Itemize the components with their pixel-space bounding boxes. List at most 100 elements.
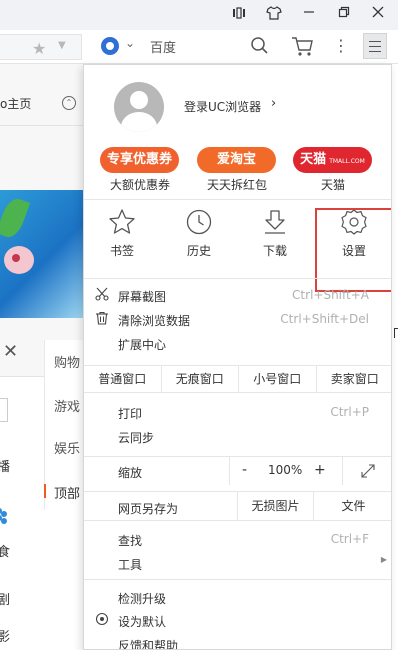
- promo-coupon-caption[interactable]: 大额优惠券: [95, 176, 185, 193]
- side-item-top[interactable]: 顶部: [54, 483, 80, 502]
- edge-text-2: 食: [0, 545, 11, 560]
- seller-window-button[interactable]: 卖家窗口: [316, 365, 391, 393]
- menu-button[interactable]: [363, 33, 387, 59]
- menu-item-extensions[interactable]: 扩展中心: [84, 333, 391, 355]
- download-icon: [265, 210, 285, 234]
- shortcut-text: Ctrl+Shift+A: [292, 288, 369, 302]
- save-lossless-image-button[interactable]: 无损图片: [237, 492, 314, 520]
- zoom-out-button[interactable]: -: [242, 462, 247, 478]
- address-bar: ★ ▼ ⌄ 百度 ⋮: [0, 30, 398, 64]
- divider: [84, 278, 391, 279]
- bookmarks-label: 书签: [109, 244, 134, 258]
- login-link[interactable]: 登录UC浏览器: [184, 98, 261, 115]
- zoom-control: - 100% +: [229, 457, 391, 485]
- menu-item-find[interactable]: 查找 Ctrl+F: [84, 529, 391, 551]
- downloads-tool[interactable]: 下载: [245, 208, 305, 259]
- promo-aitaobao-label: 爱淘宝: [216, 152, 256, 167]
- save-page-label: 网页另存为: [118, 502, 179, 516]
- submenu-arrow-icon: ▶: [380, 555, 387, 564]
- restore-button[interactable]: [334, 6, 354, 24]
- menu-item-label: 云同步: [118, 431, 155, 445]
- incognito-window-button[interactable]: 无痕窗口: [161, 365, 239, 393]
- menu-item-screenshot[interactable]: 屏幕截图 Ctrl+Shift+A: [84, 285, 391, 307]
- menu-item-label: 扩展中心: [118, 338, 167, 352]
- divider: [84, 199, 391, 200]
- menu-item-label: 查找: [118, 534, 143, 548]
- scissors-icon: [95, 287, 109, 301]
- title-bar: [0, 0, 398, 30]
- menu-item-cloud-sync[interactable]: 云同步: [84, 426, 391, 448]
- baidu-engine-icon[interactable]: [101, 37, 119, 55]
- divider: [342, 457, 343, 485]
- tiles-icon[interactable]: [229, 6, 249, 24]
- trash-icon: [96, 311, 108, 325]
- menu-item-label: 检测升级: [118, 592, 167, 606]
- menu-item-feedback-help[interactable]: 反馈和帮助: [84, 634, 391, 650]
- close-button[interactable]: [368, 6, 388, 24]
- search-icon[interactable]: [250, 36, 270, 56]
- edge-text-1: 播: [0, 460, 11, 475]
- window-mode-row: 普通窗口 无痕窗口 小号窗口 卖家窗口: [84, 365, 391, 393]
- side-item-entertainment[interactable]: 娱乐: [54, 438, 80, 457]
- normal-window-button[interactable]: 普通窗口: [84, 365, 162, 393]
- menu-item-label: 设为默认: [118, 615, 167, 629]
- menu-item-clear-data[interactable]: 清除浏览数据 Ctrl+Shift+Del: [84, 309, 391, 331]
- promo-aitaobao-caption[interactable]: 天天拆红包: [192, 176, 282, 193]
- radio-icon: [95, 612, 109, 626]
- save-page-row: 网页另存为 无损图片 文件: [84, 492, 391, 520]
- minimize-button[interactable]: [299, 6, 319, 24]
- divider: [0, 125, 84, 126]
- chevron-down-icon[interactable]: ▼: [58, 40, 66, 51]
- skin-icon[interactable]: [264, 6, 284, 24]
- search-input[interactable]: 百度: [150, 37, 176, 56]
- menu-item-set-default[interactable]: 设为默认: [84, 610, 391, 632]
- leaf-graphic: [0, 195, 31, 241]
- zoom-in-button[interactable]: +: [314, 462, 326, 478]
- downloads-label: 下载: [262, 244, 287, 258]
- cursor-mark: [394, 328, 398, 338]
- menu-item-label: 打印: [118, 407, 143, 421]
- menu-item-label: 屏幕截图: [118, 290, 167, 304]
- alt-account-window-button[interactable]: 小号窗口: [239, 365, 317, 393]
- cart-icon[interactable]: [290, 35, 314, 57]
- promo-coupon-button[interactable]: 专享优惠券: [100, 147, 179, 173]
- menu-item-print[interactable]: 打印 Ctrl+P: [84, 402, 391, 424]
- active-marker: [44, 484, 46, 498]
- browser-menu: 登录UC浏览器 › 专享优惠券 大额优惠券 爱淘宝 天天拆红包 天猫 TMALL.…: [83, 64, 392, 650]
- more-options-icon[interactable]: ⋮: [333, 35, 349, 57]
- clock-icon: [186, 209, 212, 235]
- zoom-label: 缩放: [118, 466, 143, 480]
- shortcut-text: Ctrl+P: [330, 405, 369, 419]
- close-icon[interactable]: ✕: [3, 341, 18, 362]
- shortcut-text: Ctrl+F: [330, 532, 369, 546]
- fullscreen-icon[interactable]: [360, 463, 376, 479]
- circle-chevron-up-icon[interactable]: ⌃: [62, 96, 76, 110]
- divider: [84, 520, 391, 521]
- promo-coupon-label: 专享优惠券: [106, 152, 172, 167]
- star-icon: [109, 209, 135, 234]
- side-item-games[interactable]: 游戏: [54, 396, 80, 415]
- promo-tmall-button[interactable]: 天猫 TMALL.COM: [293, 147, 372, 173]
- menu-item-tools[interactable]: 工具 ▶: [84, 553, 391, 575]
- mini-select[interactable]: [0, 398, 8, 422]
- promo-tmall-caption[interactable]: 天猫: [288, 176, 378, 193]
- url-field[interactable]: ★ ▼: [0, 34, 82, 60]
- menu-item-label: 反馈和帮助: [118, 639, 179, 650]
- edge-text-4: 影: [0, 630, 11, 645]
- promo-aitaobao-button[interactable]: 爱淘宝: [197, 147, 276, 173]
- bookmark-star-icon[interactable]: ★: [32, 39, 46, 58]
- banner-image[interactable]: [0, 190, 84, 318]
- home-link[interactable]: o主页: [0, 95, 31, 112]
- engine-chevron-icon[interactable]: ⌄: [125, 36, 135, 50]
- menu-item-label: 工具: [118, 558, 143, 572]
- avatar[interactable]: [114, 82, 164, 132]
- chevron-right-icon[interactable]: ›: [271, 96, 276, 111]
- flower-icon: [0, 508, 10, 528]
- promo-tmall-label: 天猫: [300, 152, 327, 167]
- menu-item-check-update[interactable]: 检测升级: [84, 587, 391, 609]
- side-item-shopping[interactable]: 购物: [54, 352, 80, 371]
- history-label: 历史: [186, 244, 211, 258]
- history-tool[interactable]: 历史: [169, 208, 229, 259]
- bookmarks-tool[interactable]: 书签: [92, 208, 152, 259]
- save-file-button[interactable]: 文件: [314, 492, 391, 520]
